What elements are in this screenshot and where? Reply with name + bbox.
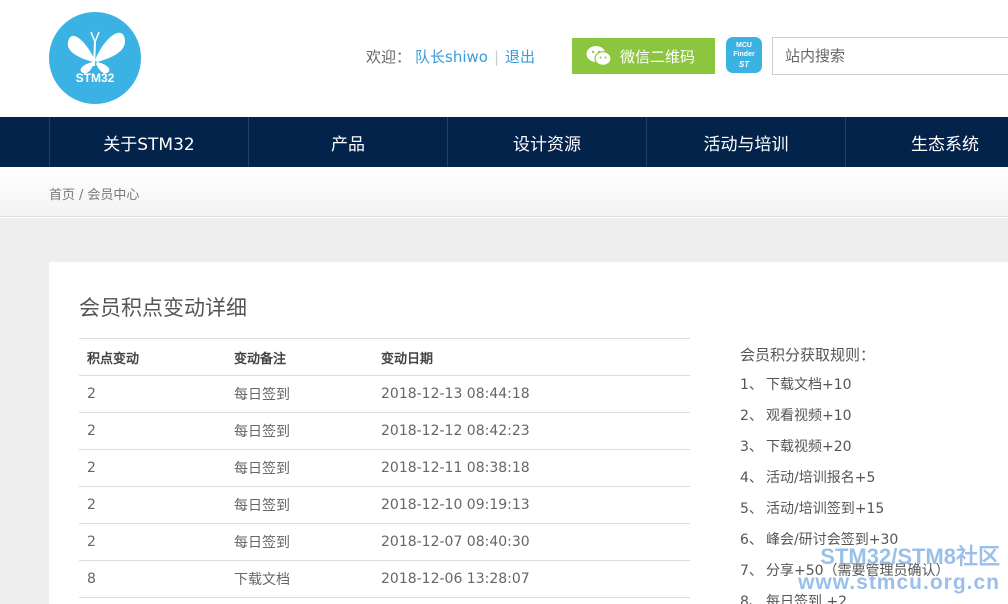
main-nav: 关于STM32 产品 设计资源 活动与培训 生态系统 [0,117,1008,167]
cell-note: 每日签到 [226,375,373,413]
rule-text: 活动/培训签到+15 [766,501,885,517]
logo-text: STM32 [75,71,115,85]
rule-number: 4、 [740,470,763,486]
nav-item-design-resources[interactable]: 设计资源 [447,117,646,167]
site-search-input[interactable]: 站内搜索 [772,37,1008,75]
rule-number: 2、 [740,408,763,424]
cell-note: 每日签到 [226,449,373,487]
column-header-note: 变动备注 [226,338,373,376]
cell-points: 8 [79,560,226,598]
nav-item-about-stm32[interactable]: 关于STM32 [49,117,248,167]
breadcrumb-current[interactable]: 会员中心 [87,188,139,203]
cell-note: 每日签到 [226,523,373,561]
rules-title: 会员积分获取规则： [740,346,876,364]
rule-number: 3、 [740,439,763,455]
points-table: 积点变动 变动备注 变动日期 2 每日签到 2018-12-13 08:44:1… [79,338,690,598]
cell-note: 每日签到 [226,412,373,450]
rule-number: 5、 [740,501,763,517]
cell-points: 2 [79,375,226,413]
rule-number: 8、 [740,594,763,604]
rule-item: 5、 活动/培训签到+15 [740,499,950,530]
st-logo-text: ST [738,60,750,69]
rule-number: 7、 [740,563,763,579]
wechat-label: 微信二维码 [620,47,696,66]
site-watermark: STM32/STM8社区 www.stmcu.org.cn [778,544,1000,596]
wechat-qr-button[interactable]: 微信二维码 [572,38,715,74]
rule-item: 3、 下载视频+20 [740,437,950,468]
table-row: 2 每日签到 2018-12-11 08:38:18 [79,449,690,487]
table-row: 2 每日签到 2018-12-12 08:42:23 [79,412,690,450]
column-header-points: 积点变动 [79,338,226,376]
breadcrumb: 首页 / 会员中心 [49,184,139,203]
rule-item: 1、 下载文档+10 [740,375,950,406]
table-row: 2 每日签到 2018-12-13 08:44:18 [79,375,690,413]
cell-date: 2018-12-12 08:42:23 [373,412,690,450]
mcu-label: MCU [736,42,752,49]
cell-points: 2 [79,412,226,450]
nav-item-ecosystem[interactable]: 生态系统 [845,117,1008,167]
cell-date: 2018-12-10 09:19:13 [373,486,690,524]
cell-points: 2 [79,486,226,524]
cell-date: 2018-12-06 13:28:07 [373,560,690,598]
rule-number: 1、 [740,377,763,393]
table-header-row: 积点变动 变动备注 变动日期 [79,338,690,376]
breadcrumb-separator: / [79,188,84,203]
column-header-date: 变动日期 [373,338,690,376]
cell-points: 2 [79,449,226,487]
rule-text: 活动/培训报名+5 [766,470,876,486]
cell-note: 每日签到 [226,486,373,524]
mcu-finder-button[interactable]: MCU Finder ST [726,37,762,73]
page-title: 会员积点变动详细 [79,296,247,320]
watermark-line2: www.stmcu.org.cn [798,571,1000,594]
cell-date: 2018-12-13 08:44:18 [373,375,690,413]
logout-link[interactable]: 退出 [505,48,535,66]
rule-item: 4、 活动/培训报名+5 [740,468,950,499]
cell-date: 2018-12-07 08:40:30 [373,523,690,561]
butterfly-icon [67,31,126,74]
cell-date: 2018-12-11 08:38:18 [373,449,690,487]
rule-text: 观看视频+10 [766,408,852,424]
rule-item: 2、 观看视频+10 [740,406,950,437]
rule-number: 6、 [740,532,763,548]
welcome-label: 欢迎： [366,48,412,66]
site-header: STM32 欢迎： 队长shiwo | 退出 微信二维码 MCU Finder ST … [0,0,1008,117]
table-row: 8 下载文档 2018-12-06 13:28:07 [79,560,690,598]
username-link[interactable]: 队长shiwo [415,48,488,66]
wechat-icon [586,46,612,66]
rule-text: 下载视频+20 [766,439,852,455]
finder-label: Finder [733,51,755,58]
table-row: 2 每日签到 2018-12-07 08:40:30 [79,523,690,561]
watermark-line1: STM32/STM8社区 [820,544,1000,569]
cell-points: 2 [79,523,226,561]
rule-text: 下载文档+10 [766,377,852,393]
stm32-logo[interactable]: STM32 [49,12,141,104]
breadcrumb-home[interactable]: 首页 [49,188,75,203]
welcome-area: 欢迎： 队长shiwo | 退出 [366,46,535,67]
separator: | [493,48,500,66]
breadcrumb-bar: 首页 / 会员中心 [0,167,1008,217]
nav-item-products[interactable]: 产品 [248,117,447,167]
table-row: 2 每日签到 2018-12-10 09:19:13 [79,486,690,524]
nav-item-events-training[interactable]: 活动与培训 [646,117,845,167]
cell-note: 下载文档 [226,560,373,598]
